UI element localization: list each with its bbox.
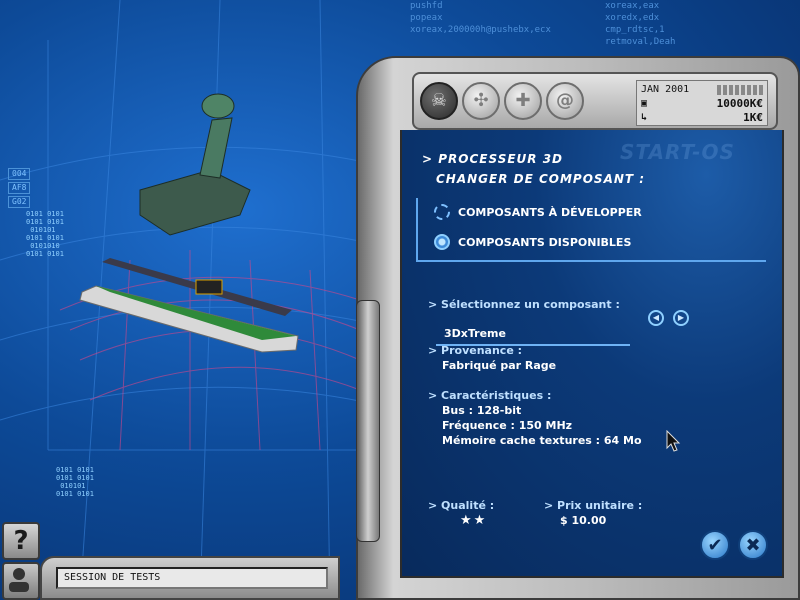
specs-label: > Caractéristiques : (428, 389, 552, 402)
joystick-model (139, 93, 251, 236)
gamepad-icon[interactable]: ✚ (504, 82, 542, 120)
device-toolbar: ☠ ✣ ✚ @ JAN 2001 ▣ 10000K€ ↳ 1K€ (412, 72, 778, 130)
background-binary: 0101 0101 0101 0101 010101 0101 0101 (56, 466, 94, 498)
help-button[interactable]: ? (2, 522, 40, 560)
radio-components-available[interactable] (434, 234, 450, 250)
signal-bars (717, 85, 763, 95)
at-sign-icon[interactable]: @ (546, 82, 584, 120)
screen-heading: > PROCESSEUR 3D (422, 152, 563, 166)
background-code-text: pushfd popeax xoreax,200000h@pushebx,ecx (410, 1, 551, 35)
option-label-available[interactable]: COMPOSANTS DISPONIBLES (458, 236, 631, 249)
graphics-card-model (79, 258, 299, 353)
option-label-to-develop[interactable]: COMPOSANTS À DÉVELOPPER (458, 206, 642, 219)
radio-components-to-develop[interactable] (434, 204, 450, 220)
device-side-handle (356, 300, 380, 542)
user-profile-button[interactable] (2, 562, 40, 600)
user-icon (9, 568, 29, 592)
session-bar: SESSION DE TESTS (40, 556, 340, 600)
background-code-text: xoreax,eax xoredx,edx cmp_rdtsc,1 retmov… (605, 1, 676, 47)
spec-frequency: Fréquence : 150 MHz (442, 419, 573, 432)
mouse-cursor-icon (666, 430, 681, 452)
origin-value: Fabriqué par Rage (442, 359, 557, 372)
price-label: > Prix unitaire : (544, 499, 643, 512)
next-component-button[interactable]: ▶ (673, 310, 689, 326)
date-readout: JAN 2001 (641, 84, 690, 95)
session-label: SESSION DE TESTS (56, 567, 328, 589)
component-select[interactable]: 3DxTreme (436, 326, 630, 346)
cost-value: 1K€ (743, 111, 763, 124)
background-tag: 004 (8, 168, 31, 180)
device-screen: START-OS > PROCESSEUR 3D CHANGER DE COMP… (400, 130, 784, 578)
background-tag: G02 (8, 196, 31, 208)
budget-icon: ▣ (641, 98, 648, 109)
quality-stars: ★★ (460, 513, 488, 528)
background-binary: 0101 0101 0101 0101 010101 0101 0101 010… (26, 210, 64, 258)
budget-display: JAN 2001 ▣ 10000K€ ↳ 1K€ (636, 80, 768, 126)
background-tag: AF8 (8, 182, 31, 194)
select-component-label: > Sélectionnez un composant : (428, 298, 620, 311)
confirm-check-icon[interactable]: ✔ (700, 530, 730, 560)
component-select-value: 3DxTreme (444, 327, 506, 340)
origin-label: > Provenance : (428, 344, 523, 357)
prev-component-button[interactable]: ◀ (648, 310, 664, 326)
quality-label: > Qualité : (428, 499, 495, 512)
cost-arrow-icon: ↳ (641, 112, 648, 123)
processor-icon[interactable]: ✣ (462, 82, 500, 120)
skull-icon[interactable]: ☠ (420, 82, 458, 120)
screen-subheading: CHANGER DE COMPOSANT : (436, 172, 646, 186)
component-source-options: COMPOSANTS À DÉVELOPPER COMPOSANTS DISPO… (416, 198, 766, 262)
budget-value: 10000K€ (716, 97, 763, 110)
start-os-watermark: START-OS (620, 140, 735, 164)
spec-bus: Bus : 128-bit (442, 404, 522, 417)
price-value: $ 10.00 (560, 514, 607, 527)
spec-texture-cache: Mémoire cache textures : 64 Mo (442, 434, 642, 447)
cancel-x-icon[interactable]: ✖ (738, 530, 768, 560)
